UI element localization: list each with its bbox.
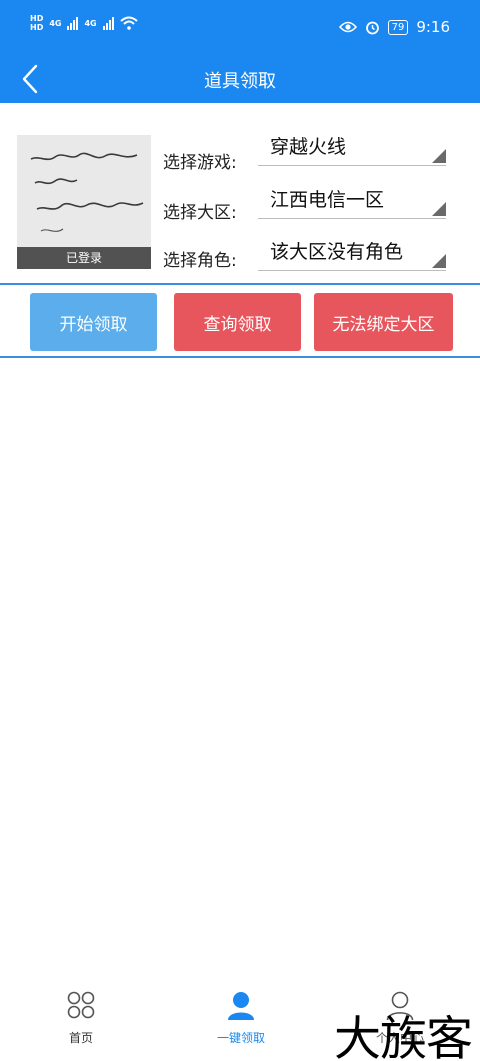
region-select-value: 江西电信一区 bbox=[270, 189, 385, 211]
status-left: HD HD 4G 4G bbox=[30, 14, 138, 32]
alarm-icon bbox=[365, 21, 379, 34]
signal-icon-2 bbox=[102, 16, 114, 30]
query-claim-button[interactable]: 查询领取 bbox=[174, 293, 301, 351]
game-select[interactable]: 穿越火线 bbox=[258, 132, 446, 166]
divider-top bbox=[0, 283, 480, 285]
sim-tags: HD HD bbox=[30, 14, 43, 32]
game-select-value: 穿越火线 bbox=[270, 136, 347, 158]
select-region-label: 选择大区: bbox=[163, 203, 237, 223]
network-type-2: 4G bbox=[84, 18, 97, 28]
dropdown-arrow-icon bbox=[432, 149, 446, 163]
dropdown-arrow-icon bbox=[432, 202, 446, 216]
watermark-text: 大族客 bbox=[334, 1012, 473, 1061]
login-status-label: 已登录 bbox=[17, 247, 151, 269]
tab-home[interactable]: 首页 bbox=[36, 989, 126, 1049]
signal-icon bbox=[67, 16, 79, 30]
sim-tag-2: HD bbox=[30, 23, 44, 32]
dropdown-arrow-icon bbox=[432, 254, 446, 268]
navigation-bar: 道具领取 bbox=[0, 56, 480, 103]
select-game-label: 选择游戏: bbox=[163, 153, 237, 173]
tab-one-click-claim[interactable]: 一键领取 bbox=[196, 989, 286, 1049]
wifi-icon bbox=[119, 16, 138, 30]
avatar[interactable]: 已登录 bbox=[17, 135, 151, 269]
page-title: 道具领取 bbox=[204, 71, 276, 92]
battery-icon: 79 bbox=[387, 19, 409, 35]
tab-one-click-claim-label: 一键领取 bbox=[216, 1031, 265, 1045]
grid-circles-icon bbox=[67, 991, 95, 1019]
status-right: 79 9:16 bbox=[338, 18, 450, 36]
start-claim-button[interactable]: 开始领取 bbox=[30, 293, 157, 351]
role-select-value: 该大区没有角色 bbox=[270, 241, 404, 263]
network-type-1: 4G bbox=[49, 18, 62, 28]
role-select[interactable]: 该大区没有角色 bbox=[258, 237, 446, 271]
region-select[interactable]: 江西电信一区 bbox=[258, 185, 446, 219]
sim-tag-1: HD bbox=[30, 14, 44, 23]
divider-bottom bbox=[0, 356, 480, 358]
tab-home-label: 首页 bbox=[68, 1031, 93, 1045]
user-filled-icon bbox=[228, 992, 254, 1020]
select-role-label: 选择角色: bbox=[163, 251, 237, 271]
cannot-bind-region-button[interactable]: 无法绑定大区 bbox=[314, 293, 453, 351]
eye-icon bbox=[338, 21, 357, 33]
status-time: 9:16 bbox=[416, 18, 450, 36]
status-bar: HD HD 4G 4G 79 9:16 bbox=[0, 0, 480, 56]
